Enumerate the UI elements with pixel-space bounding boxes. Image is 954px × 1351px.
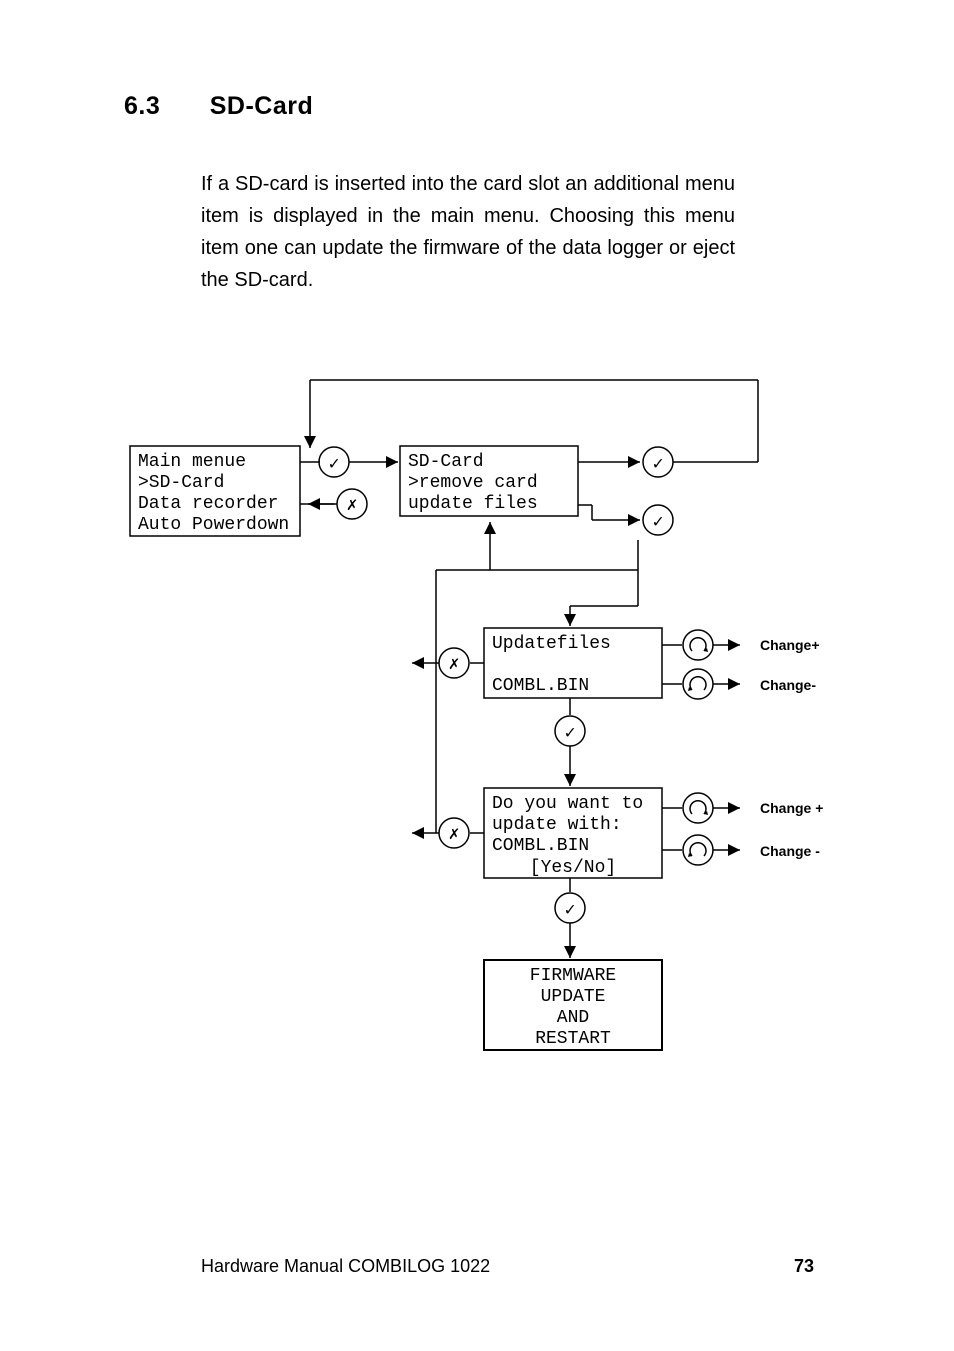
main-menu-line2: >SD-Card (138, 473, 224, 493)
rotate-ccw-icon (683, 835, 713, 865)
rotate-cw-icon (683, 793, 713, 823)
final-line3: AND (557, 1008, 589, 1028)
main-menu-line1: Main menue (138, 452, 246, 472)
footer-text: Hardware Manual COMBILOG 1022 (201, 1256, 490, 1277)
svg-text:✗: ✗ (449, 825, 460, 845)
confirm-line2: update with: (492, 815, 622, 835)
confirm-line1: Do you want to (492, 794, 643, 814)
final-line1: FIRMWARE (530, 966, 616, 986)
svg-text:✓: ✓ (653, 455, 664, 475)
confirm-line4: [Yes/No] (530, 858, 616, 878)
page-number: 73 (794, 1256, 814, 1277)
label-change-minus-2: Change - (760, 843, 820, 859)
svg-text:✓: ✓ (329, 455, 340, 475)
svg-text:✓: ✓ (565, 901, 576, 921)
svg-text:✗: ✗ (347, 496, 358, 516)
body-paragraph: If a SD-card is inserted into the card s… (201, 168, 735, 296)
main-menu-line3: Data recorder (138, 494, 278, 514)
svg-text:✓: ✓ (653, 513, 664, 533)
rotate-cw-icon (683, 630, 713, 660)
confirm-line3: COMBL.BIN (492, 836, 589, 856)
final-line4: RESTART (535, 1029, 611, 1049)
section-number: 6.3 (124, 92, 160, 121)
flowchart: Main menue >SD-Card Data recorder Auto P… (120, 370, 850, 1090)
label-change-plus-2: Change + (760, 800, 823, 816)
section-title: SD-Card (210, 92, 314, 120)
svg-text:✗: ✗ (449, 655, 460, 675)
label-change-plus: Change+ (760, 637, 820, 653)
sdcard-line2: >remove card (408, 473, 538, 493)
main-menu-line4: Auto Powerdown (138, 515, 289, 535)
svg-text:✓: ✓ (565, 724, 576, 744)
sdcard-line1: SD-Card (408, 452, 484, 472)
label-change-minus: Change- (760, 677, 816, 693)
updatefiles-line1: Updatefiles (492, 634, 611, 654)
updatefiles-line2: COMBL.BIN (492, 676, 589, 696)
sdcard-line3: update files (408, 494, 538, 514)
rotate-ccw-icon (683, 669, 713, 699)
final-line2: UPDATE (541, 987, 606, 1007)
section-heading: 6.3 SD-Card (124, 92, 313, 121)
